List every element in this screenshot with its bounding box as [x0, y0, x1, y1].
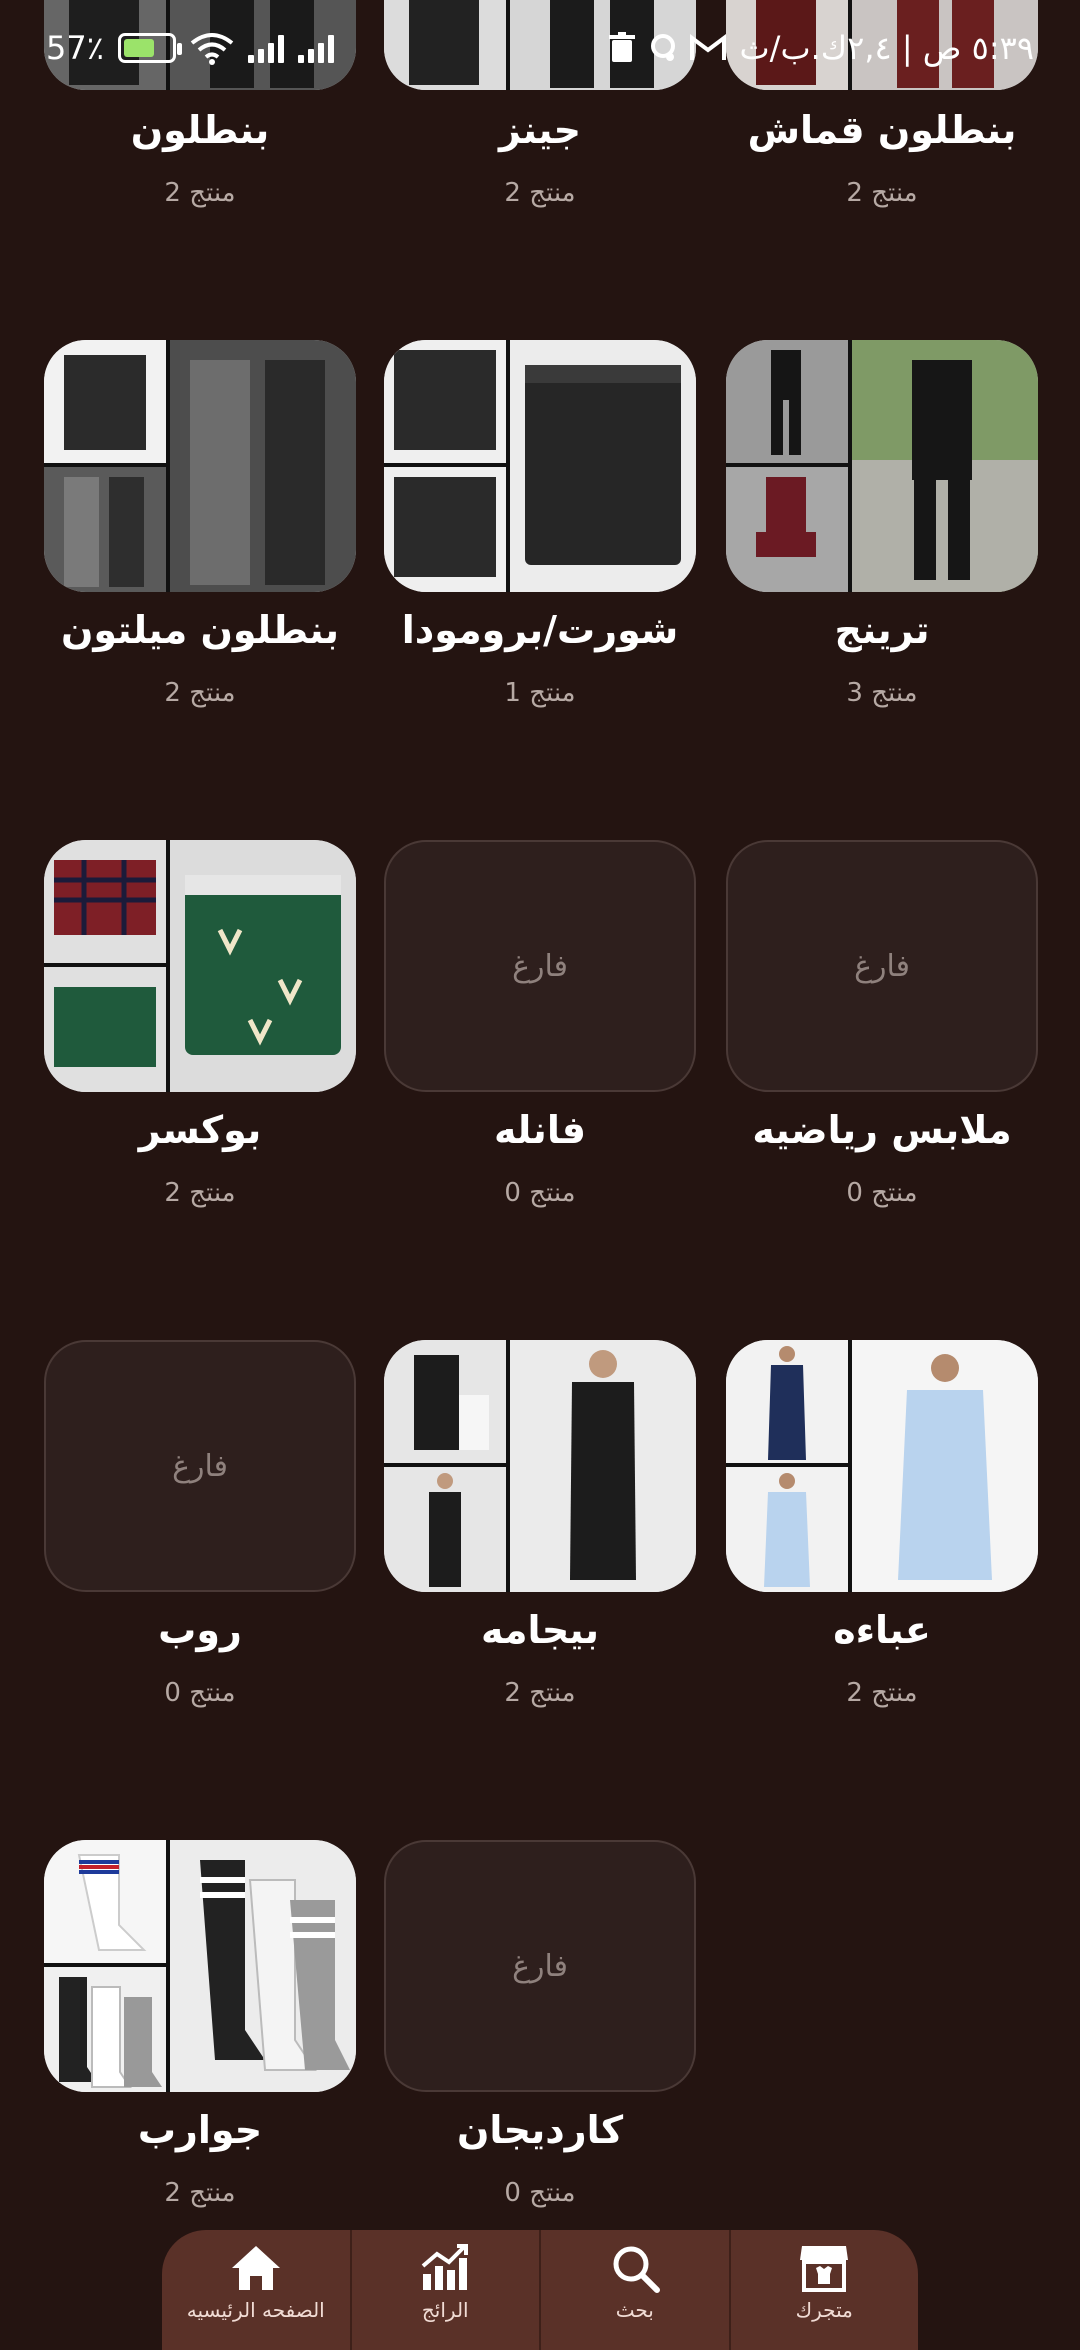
- battery-charging-icon: [117, 33, 182, 63]
- category-collage: [384, 340, 696, 592]
- category-name: بنطلون ميلتون: [60, 608, 340, 652]
- category-count: 0 منتج: [846, 1178, 918, 1208]
- category-name: شورت/برومودا: [401, 608, 679, 652]
- nav-label-trending: الرائج: [421, 2298, 469, 2322]
- battery-percent: 57٪: [46, 29, 104, 67]
- nav-item-home[interactable]: الصفحه الرئيسيه: [162, 2230, 350, 2350]
- category-tile-image[interactable]: [726, 1340, 1038, 1592]
- category-count: 2 منتج: [164, 178, 236, 208]
- category-count: 2 منتج: [164, 2178, 236, 2208]
- category-collage: [44, 840, 356, 1092]
- nav-label-home: الصفحه الرئيسيه: [186, 2298, 325, 2322]
- category-tile-empty[interactable]: فارغ: [44, 1340, 356, 1592]
- category-name: عباءه: [833, 1608, 931, 1652]
- nav-item-trending[interactable]: الرائج: [349, 2230, 540, 2350]
- empty-label: فارغ: [854, 948, 910, 984]
- wifi-icon: [190, 33, 234, 65]
- category-name: بوكسر: [138, 1108, 262, 1152]
- category-name: بيجامه: [480, 1608, 599, 1652]
- category-name: جينز: [498, 108, 582, 152]
- status-time: ٥:٣٩ ص | ٢,٤ك.ب/ث: [739, 29, 1034, 67]
- category-tile-empty[interactable]: فارغ: [384, 1840, 696, 2092]
- bottom-navigation: الصفحه الرئيسيه الرائج بحث متجرك: [162, 2230, 918, 2350]
- nav-label-search: بحث: [615, 2298, 654, 2322]
- signal-icon: [297, 33, 334, 63]
- search-icon: [613, 2246, 660, 2293]
- category-collage: [44, 340, 356, 592]
- empty-label: فارغ: [512, 948, 568, 984]
- category-count: 2 منتج: [164, 1178, 236, 1208]
- category-tile-image[interactable]: [726, 340, 1038, 592]
- category-tile-empty[interactable]: فارغ: [384, 840, 696, 1092]
- status-bar-left: 57٪: [46, 29, 334, 67]
- category-name: كارديجان: [456, 2108, 624, 2152]
- category-count: 2 منتج: [504, 1678, 576, 1708]
- notification-icon: [650, 34, 675, 61]
- empty-label: فارغ: [512, 1948, 568, 1984]
- nav-item-search[interactable]: بحث: [539, 2230, 729, 2350]
- category-name: ترينج: [834, 608, 930, 652]
- home-icon: [231, 2246, 280, 2290]
- category-tile-image[interactable]: [44, 840, 356, 1092]
- category-count: 0 منتج: [504, 2178, 576, 2208]
- category-count: 2 منتج: [504, 178, 576, 208]
- category-tile-image[interactable]: [44, 1840, 356, 2092]
- category-name: روب: [158, 1608, 242, 1652]
- category-name: بنطلون قماش: [747, 108, 1017, 152]
- category-tile-image[interactable]: [44, 340, 356, 592]
- store-icon: [800, 2246, 849, 2292]
- status-bar-right: ٥:٣٩ ص | ٢,٤ك.ب/ث: [608, 29, 1034, 67]
- category-count: 1 منتج: [504, 678, 576, 708]
- category-tile-empty[interactable]: فارغ: [726, 840, 1038, 1092]
- category-tile-image[interactable]: [384, 1340, 696, 1592]
- category-collage: [384, 1340, 696, 1592]
- category-count: 2 منتج: [846, 1678, 918, 1708]
- category-collage: [44, 1840, 356, 2092]
- category-name: جوارب: [137, 2108, 263, 2152]
- gmail-icon: [689, 34, 726, 60]
- category-name: ملابس رياضيه: [752, 1108, 1012, 1152]
- category-collage: [726, 1340, 1038, 1592]
- category-name: فانله: [494, 1108, 586, 1152]
- category-tile-image[interactable]: [384, 340, 696, 592]
- category-name: بنطلون: [130, 108, 270, 152]
- category-count: 0 منتج: [504, 1178, 576, 1208]
- nav-item-store[interactable]: متجرك: [728, 2230, 919, 2350]
- category-count: 3 منتج: [846, 678, 918, 708]
- category-count: 2 منتج: [164, 678, 236, 708]
- nav-label-store: متجرك: [795, 2298, 853, 2322]
- signal-icon: [247, 33, 284, 63]
- category-count: 2 منتج: [846, 178, 918, 208]
- category-collage: [726, 340, 1038, 592]
- trending-chart-icon: [421, 2244, 469, 2290]
- category-count: 0 منتج: [164, 1678, 236, 1708]
- trash-icon: [608, 32, 635, 62]
- empty-label: فارغ: [172, 1448, 228, 1484]
- status-bar: 57٪ ٥:٣٩ ص | ٢,٤ك.ب/ث: [0, 0, 1080, 96]
